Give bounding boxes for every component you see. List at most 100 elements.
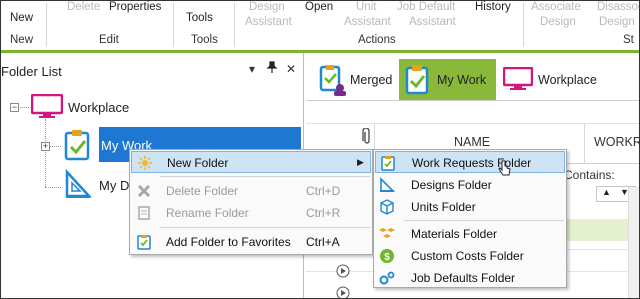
menu-separator (160, 176, 370, 177)
delete-x-icon (136, 183, 152, 199)
ribbon-separator (523, 3, 524, 47)
drafting-triangle-icon (64, 168, 92, 202)
pin-icon[interactable] (266, 61, 278, 76)
job-default-label-2: Assistant (409, 16, 456, 28)
menu-item-shortcut: Ctrl+R (306, 206, 341, 220)
unit-assistant-label-2: Assistant (344, 16, 391, 28)
clipboard-check-icon (405, 64, 431, 99)
group-label-actions: Actions (358, 34, 396, 46)
submenu-item-label: Custom Costs Folder (411, 249, 524, 263)
dollar-coin-icon: $ (379, 248, 395, 264)
column-header-name[interactable]: NAME (454, 135, 490, 149)
menu-item-new-folder[interactable]: New Folder ▶ (131, 151, 371, 173)
group-label-edit: Edit (99, 34, 119, 46)
close-icon[interactable]: ✕ (286, 62, 296, 76)
job-default-assistant-button[interactable]: Job Default (397, 1, 455, 13)
tab-merged[interactable]: Merged (314, 59, 400, 100)
delete-button[interactable]: Delete (67, 1, 100, 13)
clipboard-star-icon (136, 234, 152, 250)
boxes-icon (379, 226, 395, 242)
submenu-arrow-icon: ▶ (357, 157, 364, 167)
open-button[interactable]: Open (305, 1, 333, 13)
menu-item-label: Rename Folder (166, 206, 249, 220)
merged-icon (318, 64, 346, 99)
menu-item-label: Delete Folder (166, 184, 239, 198)
clipboard-check-icon (64, 129, 92, 164)
folder-context-menu: New Folder ▶ Delete Folder Ctrl+D Rename… (129, 149, 373, 255)
submenu-item-label: Work Requests Folder (412, 156, 532, 170)
attachment-icon (362, 127, 372, 149)
svg-text:$: $ (384, 252, 390, 263)
associate-design-button[interactable]: Associate (531, 1, 581, 13)
submenu-item-job-defaults-folder[interactable]: Job Defaults Folder (375, 267, 565, 289)
tab-workplace[interactable]: Workplace (498, 59, 598, 100)
grid-toolbar (306, 101, 639, 124)
group-label-new: New (10, 34, 34, 46)
design-assistant-button[interactable]: Design (249, 1, 285, 13)
unit-assistant-button[interactable]: Unit (356, 1, 376, 13)
submenu-item-work-requests-folder[interactable]: Work Requests Folder (375, 151, 565, 176)
menu-item-shortcut: Ctrl+A (306, 235, 340, 249)
drafting-triangle-icon (379, 177, 395, 193)
menu-item-label: Add Folder to Favorites (166, 235, 291, 249)
menu-item-rename-folder[interactable]: Rename Folder Ctrl+R (131, 202, 371, 224)
column-header-workrequest[interactable]: WORKRE (594, 135, 639, 149)
tab-label: My Work (437, 73, 487, 87)
submenu-item-custom-costs-folder[interactable]: $ Custom Costs Folder (375, 245, 565, 267)
filter-contains-label: Contains: (564, 168, 615, 182)
group-label-tools: Tools (191, 34, 218, 46)
menu-item-label: New Folder (167, 156, 229, 170)
ribbon-separator (173, 3, 174, 47)
play-icon[interactable] (336, 264, 350, 281)
monitor-icon (30, 93, 64, 123)
tree-node-label: Workplace (68, 100, 130, 115)
folder-list-title: Folder List (1, 64, 62, 79)
rename-icon (136, 205, 152, 221)
collapse-workplace-toggle[interactable]: − (10, 103, 19, 112)
ribbon-separator (234, 3, 235, 47)
tab-label: Merged (350, 73, 393, 87)
submenu-item-units-folder[interactable]: Units Folder (375, 196, 565, 218)
disassociate-design-button[interactable]: Disassoci (597, 1, 639, 13)
tools-button[interactable]: Tools (186, 12, 213, 24)
ribbon-separator (46, 3, 47, 47)
menu-separator (160, 227, 370, 228)
monitor-icon (502, 66, 534, 96)
disassociate-design-label-2: Design (599, 16, 635, 28)
submenu-item-designs-folder[interactable]: Designs Folder (375, 174, 565, 196)
tree-connector (45, 119, 46, 187)
menu-item-add-to-favorites[interactable]: Add Folder to Favorites Ctrl+A (131, 231, 371, 253)
new-button[interactable]: New (10, 12, 33, 24)
submenu-item-label: Designs Folder (411, 178, 492, 192)
tree-node-label: My D (99, 178, 130, 193)
submenu-item-label: Units Folder (411, 200, 476, 214)
menu-item-delete-folder[interactable]: Delete Folder Ctrl+D (131, 180, 371, 202)
submenu-item-materials-folder[interactable]: Materials Folder (375, 223, 565, 245)
play-icon[interactable] (336, 286, 350, 298)
tab-label: Workplace (538, 73, 597, 87)
associate-design-label-2: Design (540, 16, 576, 28)
new-folder-submenu: Work Requests Folder Designs Folder Unit… (373, 149, 567, 288)
menu-separator (404, 220, 564, 221)
view-tabs: Merged My Work Workplace (306, 53, 639, 101)
properties-button[interactable]: Properties (109, 1, 161, 13)
group-label-st: St (623, 34, 634, 46)
history-button[interactable]: History (475, 1, 511, 13)
tree-connector (45, 187, 61, 188)
clipboard-check-icon (380, 155, 396, 171)
sort-up-icon[interactable]: ▲ (602, 187, 611, 197)
vertical-scrollbar[interactable] (628, 187, 639, 298)
submenu-item-label: Materials Folder (411, 227, 498, 241)
column-divider (584, 124, 585, 164)
sparkle-icon (137, 155, 153, 171)
design-assistant-label-2: Assistant (245, 16, 292, 28)
expand-my-work-toggle[interactable]: + (41, 142, 50, 151)
pane-dropdown-icon[interactable]: ▾ (249, 62, 255, 76)
cube-icon (379, 199, 395, 215)
gears-icon (379, 270, 395, 286)
menu-item-shortcut: Ctrl+D (306, 184, 341, 198)
ribbon: New Delete Properties Tools Design Assis… (1, 1, 639, 50)
tab-my-work[interactable]: My Work (399, 59, 496, 100)
app-window: New Delete Properties Tools Design Assis… (0, 0, 640, 299)
submenu-item-label: Job Defaults Folder (411, 271, 516, 285)
